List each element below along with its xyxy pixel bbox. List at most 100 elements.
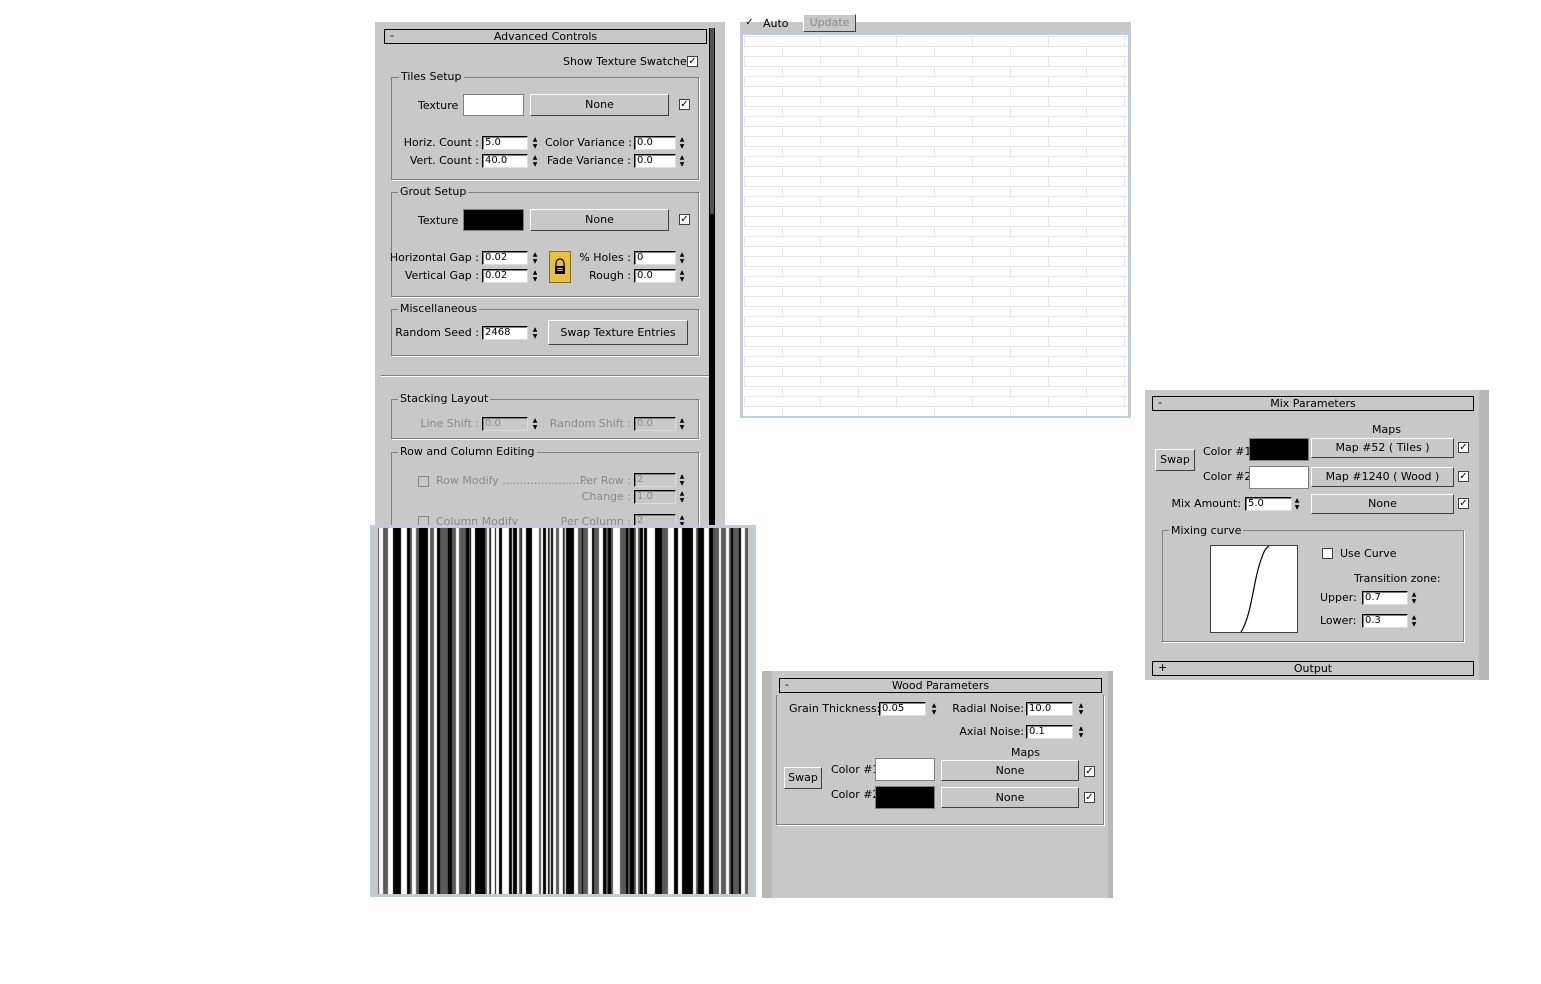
grout-texture-enable-checkbox[interactable]: ✓ [679,214,690,225]
random-shift-spinner[interactable]: ▲ ▼ [677,417,687,431]
per-row-spinner[interactable]: ▲ ▼ [677,473,687,487]
mix-amount-spinner[interactable]: ▲ ▼ [1292,497,1302,511]
color-variance-input[interactable]: 0.0 [634,136,676,150]
update-button[interactable]: Update [803,14,856,32]
line-shift-input[interactable]: 0.0 [482,417,528,431]
color-variance-spinner[interactable]: ▲ ▼ [677,136,687,150]
wood-swap-button[interactable]: Swap [784,767,822,789]
rough-label: Rough : [588,269,631,282]
use-curve-checkbox[interactable] [1322,548,1333,559]
axial-noise-label: Axial Noise: [959,725,1024,738]
fade-variance-input[interactable]: 0.0 [634,154,676,168]
wood-color2-swatch[interactable] [875,786,935,809]
line-shift-label: Line Shift : [420,417,479,430]
holes-spinner[interactable]: ▲ ▼ [677,251,687,265]
mix-color1-label: Color #1 [1203,445,1252,458]
wood-color1-enable-checkbox[interactable]: ✓ [1084,766,1095,777]
horiz-count-input[interactable]: 5.0 [482,136,528,150]
collapse-icon[interactable]: - [1158,396,1162,409]
change-spinner[interactable]: ▲ ▼ [677,490,687,504]
swap-texture-entries-button[interactable]: Swap Texture Entries [548,320,688,345]
row-modify-checkbox[interactable] [418,476,429,487]
panel-scrollbar-thumb[interactable] [710,28,714,214]
radial-noise-label: Radial Noise: [952,702,1024,715]
maps-label: Maps [1372,423,1401,436]
mix-color2-enable-checkbox[interactable]: ✓ [1458,471,1469,482]
tiles-setup-title: Tiles Setup [399,70,464,83]
axial-noise-input[interactable]: 0.1 [1026,725,1073,739]
lower-input[interactable]: 0.3 [1362,614,1408,628]
wood-parameters-rollout-header[interactable]: - Wood Parameters [779,678,1102,693]
grout-texture-swatch[interactable] [463,209,524,231]
grout-texture-label: Texture : [418,214,466,227]
grout-setup-title: Grout Setup [398,185,469,198]
mix-amount-enable-checkbox[interactable]: ✓ [1458,498,1469,509]
tiles-preview-frame [741,33,1130,418]
radial-noise-input[interactable]: 10.0 [1026,702,1073,716]
mix-color1-enable-checkbox[interactable]: ✓ [1458,442,1469,453]
mix-swap-button[interactable]: Swap [1155,449,1195,471]
wood-color2-label: Color #2 [831,788,880,801]
random-seed-input[interactable]: 2468 [482,326,528,340]
per-row-input[interactable]: 2 [634,473,676,487]
wood-color2-map-button[interactable]: None [941,787,1079,808]
axial-noise-spinner[interactable]: ▲ ▼ [1076,725,1086,739]
vertical-gap-spinner[interactable]: ▲ ▼ [530,269,540,283]
wood-color1-map-button[interactable]: None [941,760,1079,781]
horiz-count-label: Horiz. Count : [403,136,479,149]
tiles-texture-enable-checkbox[interactable]: ✓ [679,99,690,110]
grout-texture-map-button[interactable]: None [530,209,669,231]
horiz-count-spinner[interactable]: ▲ ▼ [530,136,540,150]
holes-input[interactable]: 0 [634,251,676,265]
tiles-texture-swatch[interactable] [463,94,524,116]
expand-icon[interactable]: + [1158,661,1167,674]
wood-color2-enable-checkbox[interactable]: ✓ [1084,792,1095,803]
lower-label: Lower: [1320,614,1357,627]
collapse-icon[interactable]: - [785,678,789,691]
random-seed-spinner[interactable]: ▲ ▼ [530,326,540,340]
collapse-icon[interactable]: - [390,29,394,42]
upper-spinner[interactable]: ▲ ▼ [1409,591,1419,605]
mix-color2-map-button[interactable]: Map #1240 ( Wood ) [1311,467,1454,487]
tiles-texture-map-button[interactable]: None [530,94,669,116]
mix-amount-map-button[interactable]: None [1311,494,1454,514]
miscellaneous-title: Miscellaneous [398,302,480,315]
show-texture-swatches-checkbox[interactable]: ✓ [687,56,698,67]
mix-color2-label: Color #2 [1203,470,1252,483]
advanced-controls-rollout-header[interactable]: - Advanced Controls [384,29,707,44]
rough-input[interactable]: 0.0 [634,269,676,283]
change-label: Change : [581,490,631,503]
random-shift-input[interactable]: 0.0 [634,417,676,431]
advanced-controls-panel: - Advanced Controls Show Texture Swatche… [375,22,725,534]
change-input[interactable]: 1.0 [634,490,676,504]
grain-thickness-input[interactable]: 0.05 [879,702,926,716]
wood-color1-swatch[interactable] [875,758,935,781]
mix-parameters-panel: - Mix Parameters Maps Swap Color #1 Map … [1145,390,1489,680]
horizontal-gap-spinner[interactable]: ▲ ▼ [530,251,540,265]
horizontal-gap-input[interactable]: 0.02 [482,251,528,265]
mix-color2-swatch[interactable] [1249,466,1309,489]
fade-variance-spinner[interactable]: ▲ ▼ [677,154,687,168]
vert-count-input[interactable]: 40.0 [482,154,528,168]
vertical-gap-input[interactable]: 0.02 [482,269,528,283]
radial-noise-spinner[interactable]: ▲ ▼ [1076,702,1086,716]
auto-label: Auto [763,17,789,30]
mix-color1-swatch[interactable] [1249,438,1309,461]
line-shift-spinner[interactable]: ▲ ▼ [530,417,540,431]
tiles-preview-window: ✓ Auto Update [740,14,1131,418]
mix-color1-map-button[interactable]: Map #52 ( Tiles ) [1311,438,1454,458]
auto-update-checkbox[interactable]: ✓ [744,18,755,29]
grain-thickness-spinner[interactable]: ▲ ▼ [929,702,939,716]
show-texture-swatches-label: Show Texture Swatches [563,55,693,68]
vertical-gap-label: Vertical Gap : [404,269,479,282]
gap-lock-button[interactable] [549,251,571,283]
mix-parameters-rollout-header[interactable]: - Mix Parameters [1152,396,1474,411]
rough-spinner[interactable]: ▲ ▼ [677,269,687,283]
output-rollout-header[interactable]: + Output [1152,661,1474,676]
lower-spinner[interactable]: ▲ ▼ [1409,614,1419,628]
grain-thickness-label: Grain Thickness: [789,702,881,715]
upper-input[interactable]: 0.7 [1362,591,1408,605]
mix-amount-input[interactable]: 5.0 [1245,497,1292,511]
vert-count-spinner[interactable]: ▲ ▼ [530,154,540,168]
per-row-label: Per Row : [579,474,631,487]
